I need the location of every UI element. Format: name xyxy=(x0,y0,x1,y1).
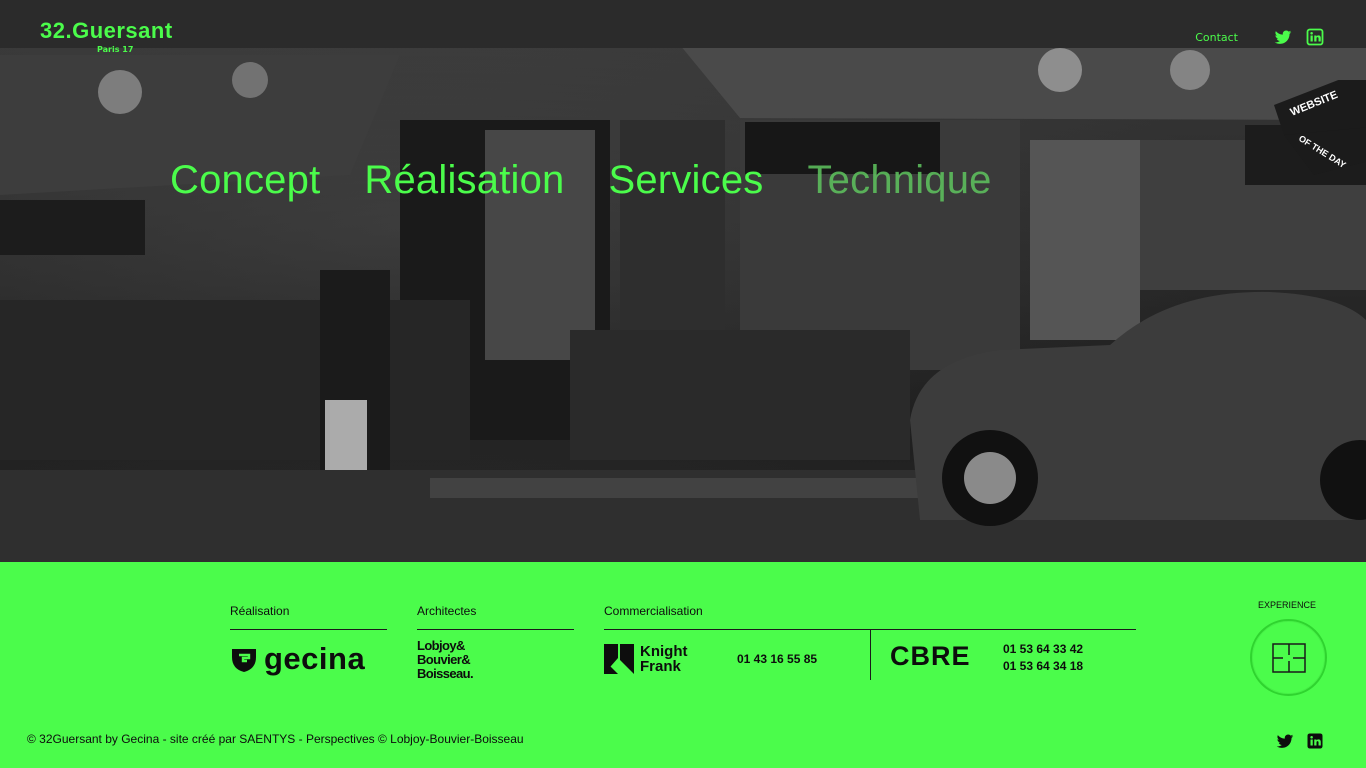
linkedin-icon[interactable] xyxy=(1306,28,1324,46)
lbb-line: Lobjoy& xyxy=(417,638,465,653)
divider xyxy=(417,629,574,630)
main-nav: Concept Réalisation Services Technique xyxy=(170,158,992,203)
knight-frank-phone[interactable]: 01 43 16 55 85 xyxy=(737,651,817,668)
copyright-text: © 32Guersant by Gecina - site créé par S… xyxy=(27,732,524,746)
divider xyxy=(230,629,387,630)
commercialisation-title: Commercialisation xyxy=(604,604,703,618)
kf-line: Frank xyxy=(640,658,681,675)
gecina-logo[interactable]: gecina xyxy=(230,641,365,677)
floorplan-icon xyxy=(1271,642,1306,673)
nav-item-realisation[interactable]: Réalisation xyxy=(364,158,564,203)
hero-background-photo xyxy=(0,0,1366,562)
cbre-phones: 01 53 64 33 42 01 53 64 34 18 xyxy=(1003,641,1083,675)
brand-location: Paris 17 xyxy=(97,45,134,54)
experience-button[interactable] xyxy=(1250,619,1327,696)
cbre-phone[interactable]: 01 53 64 33 42 xyxy=(1003,641,1083,658)
nav-item-technique[interactable]: Technique xyxy=(807,158,991,203)
lbb-line: Bouvier& xyxy=(417,652,471,667)
kf-line: Knight xyxy=(640,643,688,660)
gecina-mark-icon xyxy=(232,649,256,672)
architectes-title: Architectes xyxy=(417,604,477,618)
lobjoy-bouvier-boisseau-logo[interactable]: Lobjoy& Bouvier& Boisseau. xyxy=(417,638,474,681)
hero-section: 32.Guersant Paris 17 Contact Concept Réa… xyxy=(0,0,1366,562)
contact-link[interactable]: Contact xyxy=(1195,31,1238,44)
realisation-title: Réalisation xyxy=(230,604,290,618)
header-actions: Contact xyxy=(1195,28,1324,46)
nav-item-services[interactable]: Services xyxy=(608,158,763,203)
divider xyxy=(870,629,871,680)
footer-social xyxy=(1276,732,1324,750)
cbre-logo[interactable]: CBRE xyxy=(890,641,971,672)
linkedin-icon[interactable] xyxy=(1306,732,1324,750)
knight-frank-mark-icon xyxy=(604,644,634,674)
footer: Réalisation Architectes Commercialisatio… xyxy=(0,562,1366,768)
gecina-wordmark: gecina xyxy=(264,641,366,676)
twitter-icon[interactable] xyxy=(1274,28,1292,46)
brand-name: 32.Guersant xyxy=(40,18,173,43)
nav-item-concept[interactable]: Concept xyxy=(170,158,320,203)
lbb-line: Boisseau. xyxy=(417,666,474,681)
cbre-phone[interactable]: 01 53 64 34 18 xyxy=(1003,658,1083,675)
brand-logo[interactable]: 32.Guersant Paris 17 xyxy=(40,18,173,54)
knight-frank-logo[interactable]: Knight Frank xyxy=(604,644,687,674)
experience-label: EXPERIENCE xyxy=(1258,600,1317,610)
website-of-the-day-badge[interactable]: WEBSITE OF THE DAY xyxy=(1274,80,1366,190)
twitter-icon[interactable] xyxy=(1276,732,1294,750)
